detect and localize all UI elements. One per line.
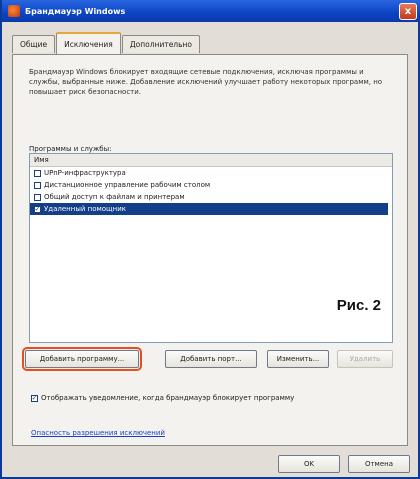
close-button[interactable]: x <box>399 3 417 20</box>
list-item-label: UPnP-инфраструктура <box>44 169 126 177</box>
list-item-remote-assistance[interactable]: ✓ Удаленный помощник <box>30 203 388 215</box>
figure-label: Рис. 2 <box>336 297 381 314</box>
firewall-dialog: Брандмауэр Windows x Общие Исключения До… <box>0 0 420 479</box>
checkbox[interactable] <box>34 193 41 201</box>
programs-list[interactable]: Имя UPnP-инфраструктура Дистанционное уп… <box>29 153 393 343</box>
exceptions-panel: Брандмауэр Windows блокирует входящие се… <box>12 54 408 446</box>
list-item-label: Дистанционное управление рабочим столом <box>44 181 211 189</box>
notify-option[interactable]: ✓ Отображать уведомление, когда брандмау… <box>31 394 294 402</box>
add-port-button[interactable]: Добавить порт... <box>165 350 257 368</box>
list-item-remote-desktop[interactable]: Дистанционное управление рабочим столом <box>30 179 392 191</box>
list-item-file-printer-sharing[interactable]: Общий доступ к файлам и принтерам <box>30 191 392 203</box>
cancel-button[interactable]: Отмена <box>348 455 410 473</box>
firewall-app-icon <box>8 5 20 17</box>
exceptions-risk-link[interactable]: Опасность разрешения исключений <box>31 429 165 437</box>
add-program-button[interactable]: Добавить программу... <box>22 347 142 371</box>
tab-advanced[interactable]: Дополнительно <box>121 35 201 53</box>
ok-button[interactable]: OK <box>278 455 340 473</box>
list-item-label: Удаленный помощник <box>44 205 127 213</box>
notify-checkbox[interactable]: ✓ <box>31 394 38 402</box>
checkbox[interactable] <box>34 169 41 177</box>
checkbox[interactable] <box>34 181 41 189</box>
tab-strip: Общие Исключения Дополнительно <box>12 32 201 54</box>
notify-label: Отображать уведомление, когда брандмауэр… <box>41 394 295 402</box>
delete-button[interactable]: Удалить <box>337 350 393 368</box>
checkbox-checked[interactable]: ✓ <box>34 205 41 213</box>
column-header-name[interactable]: Имя <box>30 154 392 167</box>
list-item-upnp[interactable]: UPnP-инфраструктура <box>30 167 392 179</box>
edit-button[interactable]: Изменить... <box>267 350 329 368</box>
list-item-label: Общий доступ к файлам и принтерам <box>44 193 185 201</box>
exceptions-description: Брандмауэр Windows блокирует входящие се… <box>29 68 383 96</box>
programs-label: Программы и службы: <box>29 145 112 153</box>
tab-general[interactable]: Общие <box>12 35 56 53</box>
tab-exceptions[interactable]: Исключения <box>56 32 121 54</box>
window-title: Брандмауэр Windows <box>25 6 126 16</box>
title-bar[interactable]: Брандмауэр Windows x <box>2 0 420 22</box>
